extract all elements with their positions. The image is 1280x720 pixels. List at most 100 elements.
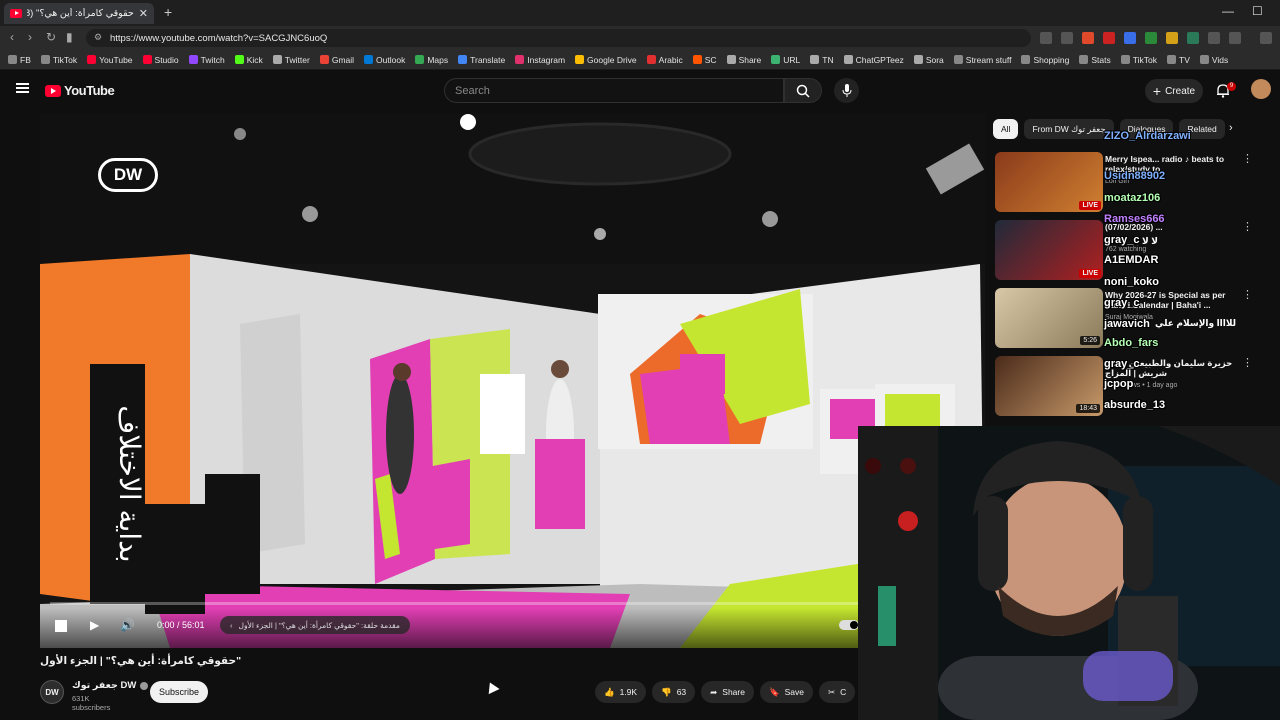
extension-teal-icon[interactable] bbox=[1187, 32, 1199, 44]
sidebar-icon[interactable] bbox=[1229, 32, 1241, 44]
rec-more-icon[interactable]: ⋮ bbox=[1242, 288, 1253, 301]
alert-extension-icon[interactable] bbox=[1103, 32, 1115, 44]
bookmark-shopping[interactable]: Shopping bbox=[1021, 55, 1069, 65]
account-avatar[interactable] bbox=[1251, 79, 1271, 99]
bookmark-stats[interactable]: Stats bbox=[1079, 55, 1111, 65]
rec-more-icon[interactable]: ⋮ bbox=[1242, 356, 1253, 369]
bookmark-favicon-icon bbox=[272, 55, 282, 64]
bookmark-tiktok[interactable]: TikTok bbox=[1120, 55, 1157, 65]
filter-chip[interactable]: From DW جعفر توك bbox=[1024, 119, 1114, 139]
bookmark-kick[interactable]: Kick bbox=[234, 54, 263, 65]
bookmark-url[interactable]: URL bbox=[771, 55, 800, 65]
chapter-button[interactable]: مقدمة حلقة: "حقوقي كامرأة: أين هي؟" | ال… bbox=[220, 616, 410, 634]
bookmark-google-drive[interactable]: Google Drive bbox=[575, 55, 637, 65]
new-tab-icon[interactable]: + bbox=[164, 4, 172, 20]
bookmark-chatgpteez[interactable]: ChatGPTeez bbox=[843, 55, 904, 65]
bookmark-label: TV bbox=[1179, 54, 1190, 65]
cast-icon[interactable] bbox=[1040, 32, 1052, 44]
brave-shield-icon[interactable] bbox=[1082, 32, 1094, 44]
bookmark-gmail[interactable]: Gmail bbox=[319, 55, 354, 65]
channel-name[interactable]: جعفر توك DW bbox=[72, 680, 149, 691]
bookmark-stream-stuff[interactable]: Stream stuff bbox=[953, 55, 1011, 65]
clip-button[interactable]: ✂ C bbox=[818, 681, 856, 703]
bookmark-label: TikTok bbox=[52, 54, 78, 65]
create-button[interactable]: + Create bbox=[1145, 79, 1203, 103]
reload-icon[interactable]: ↻ bbox=[46, 30, 56, 44]
dislike-button[interactable]: 👎 63 bbox=[652, 681, 696, 703]
hamburger-menu-icon[interactable] bbox=[16, 83, 29, 93]
chips-next-icon[interactable]: › bbox=[1229, 122, 1233, 134]
bookmark-studio[interactable]: Studio bbox=[142, 55, 179, 65]
clip-label: C bbox=[840, 687, 847, 697]
video-player[interactable]: بداية الاختلاف DW ▶ 🔊 0:00 / 56:01 مقدمة… bbox=[40, 114, 985, 648]
bookmark-icon[interactable]: ▮ bbox=[66, 30, 73, 44]
url-field[interactable]: ⚙ https://www.youtube.com/watch?v=SACGJN… bbox=[86, 29, 1031, 47]
progress-bar[interactable] bbox=[50, 602, 970, 605]
extension-green-icon[interactable] bbox=[1145, 32, 1157, 44]
bookmark-tn[interactable]: TN bbox=[810, 55, 834, 65]
voice-search-button[interactable] bbox=[834, 78, 859, 103]
rec-thumbnail[interactable]: LIVE bbox=[995, 152, 1103, 212]
bookmark-arabic[interactable]: Arabic bbox=[646, 55, 683, 65]
search-input[interactable]: Search bbox=[444, 78, 784, 103]
site-info-icon[interactable]: ⚙ bbox=[94, 32, 102, 43]
duration-badge: 5:26 bbox=[1080, 336, 1100, 345]
browser-tab[interactable]: حقوقي كامرأة: أين هي؟" (8) | الجـ ✕ bbox=[4, 3, 154, 24]
rec-thumbnail[interactable]: 5:26 bbox=[995, 288, 1103, 348]
bookmark-translate[interactable]: Translate bbox=[458, 55, 505, 65]
rec-thumbnail[interactable]: 18:43 bbox=[995, 356, 1103, 416]
rec-more-icon[interactable]: ⋮ bbox=[1242, 152, 1253, 165]
bookmark-favicon-icon bbox=[8, 55, 17, 64]
rec-thumbnail[interactable]: LIVE bbox=[995, 220, 1103, 280]
share-button[interactable]: ➦ Share bbox=[701, 681, 754, 703]
back-icon[interactable]: ‹ bbox=[10, 30, 14, 44]
bookmark-favicon-icon bbox=[726, 55, 736, 64]
play-icon[interactable]: ▶ bbox=[90, 618, 99, 632]
pen-icon[interactable] bbox=[1260, 32, 1272, 44]
minimize-icon[interactable]: — bbox=[1222, 4, 1234, 18]
extension-yellow-icon[interactable] bbox=[1166, 32, 1178, 44]
close-tab-icon[interactable]: ✕ bbox=[139, 7, 148, 20]
search-button[interactable] bbox=[784, 78, 822, 103]
bookmark-twitter[interactable]: Twitter bbox=[272, 55, 310, 65]
autoplay-toggle[interactable] bbox=[839, 620, 859, 630]
bookmark-sc[interactable]: SC bbox=[692, 54, 717, 65]
bookmark-tv[interactable]: TV bbox=[1167, 55, 1190, 65]
youtube-logo[interactable]: YouTube bbox=[45, 83, 115, 98]
bookmark-share[interactable]: Share bbox=[726, 55, 761, 65]
bookmark-instagram[interactable]: Instagram bbox=[515, 55, 565, 65]
extension-blue-icon[interactable] bbox=[1124, 32, 1136, 44]
bookmark-label: SC bbox=[704, 54, 717, 65]
bookmark-favicon-icon bbox=[953, 55, 963, 64]
bookmark-tiktok[interactable]: TikTok bbox=[40, 54, 78, 65]
bookmark-maps[interactable]: Maps bbox=[415, 55, 448, 65]
maximize-icon[interactable]: ☐ bbox=[1252, 4, 1263, 18]
extensions-puzzle-icon[interactable] bbox=[1208, 32, 1220, 44]
forward-icon[interactable]: › bbox=[28, 30, 32, 44]
bookmark-twitch[interactable]: Twitch bbox=[188, 55, 225, 65]
dw-watermark-logo: DW bbox=[98, 158, 158, 192]
channel-avatar[interactable]: DW bbox=[40, 680, 64, 704]
subscribe-button[interactable]: Subscribe bbox=[150, 681, 208, 703]
search-icon bbox=[796, 84, 810, 98]
bookmark-youtube[interactable]: YouTube bbox=[87, 54, 133, 65]
live-badge: LIVE bbox=[1079, 269, 1101, 278]
save-button[interactable]: 🔖 Save bbox=[759, 681, 813, 703]
verified-icon bbox=[140, 681, 149, 690]
filter-chip[interactable]: All bbox=[993, 119, 1019, 139]
bookmark-fb[interactable]: FB bbox=[8, 55, 31, 65]
chat-username: ZIZO_Alrdarzawi bbox=[1104, 130, 1191, 142]
stop-icon[interactable] bbox=[55, 620, 67, 632]
bookmark-outlook[interactable]: Outlook bbox=[364, 55, 405, 65]
share-icon[interactable] bbox=[1061, 32, 1073, 44]
like-count: 1.9K bbox=[619, 687, 638, 697]
bookmark-vids[interactable]: Vids bbox=[1199, 55, 1228, 65]
bookmark-label: YouTube bbox=[99, 54, 133, 65]
chevron-right-icon: › bbox=[230, 620, 233, 630]
volume-icon[interactable]: 🔊 bbox=[120, 618, 135, 632]
bookmark-label: Kick bbox=[246, 54, 263, 65]
bookmark-sora[interactable]: Sora bbox=[913, 55, 944, 65]
like-button[interactable]: 👍 1.9K bbox=[595, 681, 647, 703]
thumbs-down-icon: 👎 bbox=[661, 686, 672, 697]
rec-more-icon[interactable]: ⋮ bbox=[1242, 220, 1253, 233]
